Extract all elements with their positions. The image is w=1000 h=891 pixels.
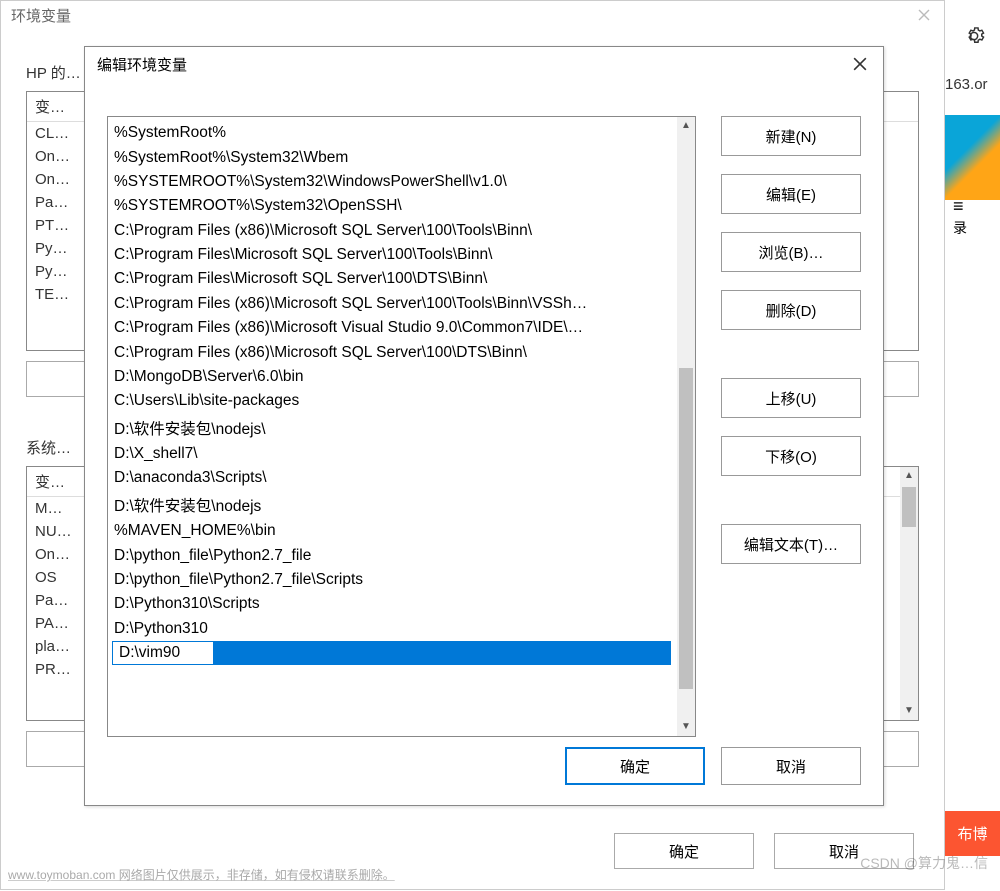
scroll-thumb[interactable] [679,368,693,689]
watermark-bottom: www.toymoban.com 网络图片仅供展示，非存储，如有侵权请联系删除。 [8,866,395,883]
child-title-bar: 编辑环境变量 [85,47,883,81]
list-item[interactable]: D:\Python310\Scripts [108,592,677,616]
list-item-editing[interactable] [108,641,677,667]
url-fragment: 163.or [945,76,988,93]
list-item[interactable]: %SystemRoot% [108,121,677,145]
list-item[interactable]: C:\Users\Lib\site-packages [108,389,677,413]
list-item[interactable]: C:\Program Files (x86)\Microsoft Visual … [108,316,677,340]
scroll-down-icon[interactable]: ▼ [900,702,918,720]
browse-button[interactable]: 浏览(B)… [721,232,861,272]
scrollbar[interactable]: ▲ ▼ [900,467,918,720]
list-item[interactable]: D:\软件安装包\nodejs\ [108,414,677,442]
child-footer: 确定 取消 [85,747,883,805]
browser-sliver: 163.or ≡ 录 布博 [945,0,1000,891]
parent-title-bar: 环境变量 [1,1,944,29]
scroll-down-icon[interactable]: ▼ [677,718,695,736]
publish-button[interactable]: 布博 [945,811,1000,856]
parent-ok-button[interactable]: 确定 [614,833,754,869]
child-title: 编辑环境变量 [97,54,187,75]
move-up-button[interactable]: 上移(U) [721,378,861,418]
child-cancel-button[interactable]: 取消 [721,747,861,785]
list-item[interactable]: %MAVEN_HOME%\bin [108,519,677,543]
parent-close-button[interactable] [904,1,944,29]
edit-button[interactable]: 编辑(E) [721,174,861,214]
list-item[interactable]: C:\Program Files (x86)\Microsoft SQL Ser… [108,292,677,316]
list-item[interactable]: C:\Program Files\Microsoft SQL Server\10… [108,243,677,267]
scrollbar[interactable]: ▲ ▼ [677,117,695,736]
list-item[interactable]: %SYSTEMROOT%\System32\OpenSSH\ [108,194,677,218]
path-edit-input[interactable] [113,642,213,664]
path-list[interactable]: %SystemRoot%%SystemRoot%\System32\Wbem%S… [107,116,696,737]
close-icon [853,57,867,71]
list-item[interactable]: %SystemRoot%\System32\Wbem [108,145,677,169]
list-item[interactable]: D:\X_shell7\ [108,442,677,466]
scroll-up-icon[interactable]: ▲ [677,117,695,135]
parent-title: 环境变量 [11,5,71,26]
edit-env-var-dialog: 编辑环境变量 %SystemRoot%%SystemRoot%\System32… [84,46,884,806]
list-item[interactable]: D:\软件安装包\nodejs [108,491,677,519]
watermark-csdn: CSDN @算力鬼…信 [860,853,988,873]
child-close-button[interactable] [837,47,883,81]
list-item[interactable]: C:\Program Files (x86)\Microsoft SQL Ser… [108,219,677,243]
list-item[interactable]: C:\Program Files (x86)\Microsoft SQL Ser… [108,340,677,364]
list-item[interactable]: D:\python_file\Python2.7_file [108,543,677,567]
gear-icon[interactable] [963,25,985,53]
list-item[interactable]: D:\python_file\Python2.7_file\Scripts [108,568,677,592]
delete-button[interactable]: 删除(D) [721,290,861,330]
move-down-button[interactable]: 下移(O) [721,436,861,476]
login-text[interactable]: 录 [953,218,967,238]
child-ok-button[interactable]: 确定 [565,747,705,785]
side-buttons: 新建(N) 编辑(E) 浏览(B)… 删除(D) 上移(U) 下移(O) 编辑文… [721,116,861,737]
list-item[interactable]: %SYSTEMROOT%\System32\WindowsPowerShell\… [108,170,677,194]
menu-icon[interactable]: ≡ [953,196,964,217]
list-item[interactable]: C:\Program Files\Microsoft SQL Server\10… [108,267,677,291]
scroll-up-icon[interactable]: ▲ [900,467,918,485]
list-item[interactable]: D:\Python310 [108,617,677,641]
scroll-thumb[interactable] [902,487,916,527]
child-body: %SystemRoot%%SystemRoot%\System32\Wbem%S… [85,81,883,747]
edit-text-button[interactable]: 编辑文本(T)… [721,524,861,564]
banner-image [945,115,1000,200]
list-item[interactable]: D:\anaconda3\Scripts\ [108,466,677,490]
close-icon [918,9,930,21]
new-button[interactable]: 新建(N) [721,116,861,156]
list-item[interactable]: D:\MongoDB\Server\6.0\bin [108,365,677,389]
